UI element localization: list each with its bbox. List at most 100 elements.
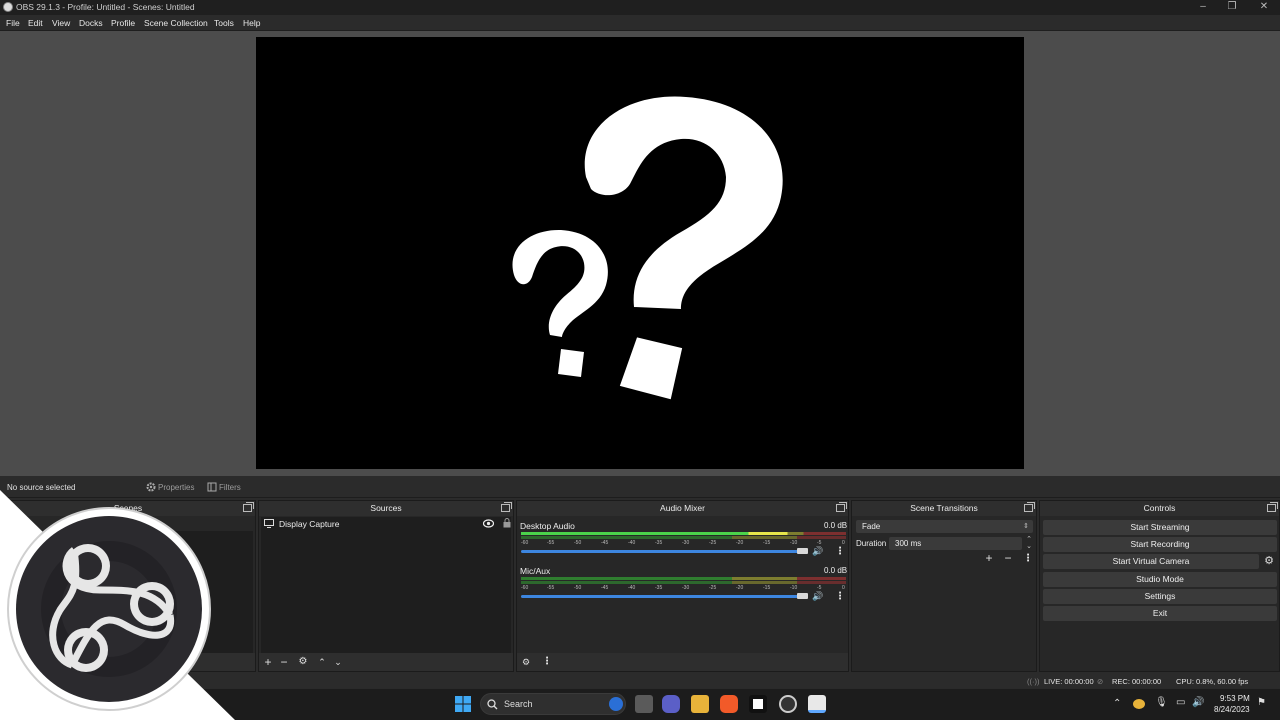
chevron-up-icon[interactable]: ⌃: [1113, 698, 1121, 709]
lock-icon[interactable]: [503, 518, 511, 528]
windows-start-icon[interactable]: [454, 695, 472, 713]
studio-mode-button[interactable]: Studio Mode: [1043, 572, 1277, 587]
rec-icon: ⊘: [1097, 677, 1104, 686]
microphone-icon[interactable]: 🎙: [1155, 697, 1168, 708]
sources-dock: Sources Display Capture + − ⚙ ⌃ ⌄: [258, 500, 514, 672]
speaker-icon[interactable]: 🔊: [812, 591, 824, 601]
controls-title: Controls: [1040, 501, 1279, 516]
tick-label: -35: [655, 585, 663, 591]
minimize-button[interactable]: –: [1187, 0, 1219, 15]
notification-icon[interactable]: ⚑: [1257, 697, 1266, 708]
onedrive-icon[interactable]: [1133, 699, 1145, 709]
maximize-button[interactable]: ❐: [1216, 0, 1248, 15]
undock-icon[interactable]: [243, 502, 254, 512]
tick-label: -30: [682, 585, 690, 591]
network-icon[interactable]: ▭: [1176, 697, 1185, 708]
exit-button[interactable]: Exit: [1043, 606, 1277, 621]
tick-label: -15: [763, 540, 771, 546]
file-explorer-icon[interactable]: [691, 695, 709, 713]
volume-slider-handle[interactable]: [797, 593, 808, 599]
sources-list[interactable]: Display Capture: [261, 517, 511, 653]
menu-scene-collection[interactable]: Scene Collection: [144, 18, 208, 28]
menu-view[interactable]: View: [52, 18, 70, 28]
add-source-button[interactable]: +: [261, 655, 275, 669]
undock-icon[interactable]: [836, 502, 847, 512]
meter-ticks: -60 -55 -50 -45 -40 -35 -30 -25 -20 -15 …: [521, 582, 846, 591]
advanced-audio-gear-icon[interactable]: ⚙: [519, 655, 533, 669]
volume-icon[interactable]: 🔊: [1192, 697, 1204, 708]
channel-db: 0.0 dB: [824, 566, 848, 575]
menu-tools[interactable]: Tools: [214, 18, 234, 28]
tick-label: -45: [601, 540, 609, 546]
list-item[interactable]: Display Capture: [261, 518, 513, 530]
menu-help[interactable]: Help: [243, 18, 260, 28]
volume-meter: [521, 577, 846, 580]
obs-taskbar-icon[interactable]: [779, 695, 797, 713]
channel-menu-icon[interactable]: ⋮: [835, 591, 845, 603]
close-button[interactable]: ✕: [1248, 0, 1280, 15]
start-recording-button[interactable]: Start Recording: [1043, 537, 1277, 552]
tick-label: -50: [574, 540, 582, 546]
duration-spinner[interactable]: ⌃ ⌄: [1024, 536, 1034, 550]
add-transition-button[interactable]: +: [982, 551, 996, 565]
volume-slider-handle[interactable]: [797, 548, 808, 554]
start-streaming-button[interactable]: Start Streaming: [1043, 520, 1277, 535]
window-title: OBS 29.1.3 - Profile: Untitled - Scenes:…: [16, 2, 195, 12]
eye-icon[interactable]: [483, 519, 494, 528]
duration-field[interactable]: 300 ms: [889, 537, 1022, 550]
tick-label: -40: [628, 540, 636, 546]
tick-label: -35: [655, 540, 663, 546]
menu-profile[interactable]: Profile: [111, 18, 135, 28]
move-up-button[interactable]: ⌃: [315, 655, 329, 669]
tick-label: -25: [709, 585, 717, 591]
live-timer: LIVE: 00:00:00: [1044, 677, 1094, 686]
settings-button[interactable]: Settings: [1043, 589, 1277, 604]
taskbar-search[interactable]: Search: [480, 693, 626, 715]
channel-db: 0.0 dB: [824, 521, 848, 530]
volume-slider[interactable]: [521, 550, 806, 553]
virtual-camera-gear-icon[interactable]: ⚙: [1262, 555, 1276, 569]
tick-label: -55: [547, 540, 555, 546]
menu-docks[interactable]: Docks: [79, 18, 103, 28]
volume-meter: [521, 532, 846, 535]
obs-app-icon: [3, 2, 13, 12]
undock-icon[interactable]: [1267, 502, 1278, 512]
remove-source-button[interactable]: −: [277, 655, 291, 669]
start-virtual-camera-button[interactable]: Start Virtual Camera: [1043, 554, 1259, 569]
teams-icon[interactable]: [662, 695, 680, 713]
remove-transition-button[interactable]: −: [1001, 551, 1015, 565]
tick-label: -20: [736, 585, 744, 591]
transition-value: Fade: [862, 522, 881, 531]
transition-menu-icon[interactable]: ⋮: [1023, 553, 1033, 565]
clock-time[interactable]: 9:53 PM: [1220, 694, 1250, 703]
menu-bar: File Edit View Docks Profile Scene Colle…: [0, 15, 1280, 31]
undock-icon[interactable]: [501, 502, 512, 512]
clock-date[interactable]: 8/24/2023: [1214, 705, 1250, 714]
bing-icon: [609, 697, 623, 711]
tick-label: -15: [763, 585, 771, 591]
brave-browser-icon[interactable]: [720, 695, 738, 713]
active-app-icon[interactable]: [808, 695, 826, 713]
task-view-icon[interactable]: [635, 695, 653, 713]
tick-label: -60: [521, 540, 529, 546]
move-down-button[interactable]: ⌄: [331, 655, 345, 669]
menu-file[interactable]: File: [6, 18, 20, 28]
speaker-icon[interactable]: 🔊: [812, 546, 824, 556]
monitor-icon: [264, 519, 274, 528]
undock-icon[interactable]: [1024, 502, 1035, 512]
channel-menu-icon[interactable]: ⋮: [835, 546, 845, 558]
sources-dock-title: Sources: [259, 501, 513, 516]
search-label: Search: [504, 699, 533, 709]
cpu-fps: CPU: 0.8%, 60.00 fps: [1176, 677, 1249, 686]
capcut-icon[interactable]: [749, 695, 767, 713]
duration-label: Duration: [856, 539, 887, 548]
tick-label: -30: [682, 540, 690, 546]
preview-canvas[interactable]: [256, 37, 1024, 469]
audio-mixer-title: Audio Mixer: [517, 501, 848, 516]
volume-slider[interactable]: [521, 595, 806, 598]
channel-name: Desktop Audio: [520, 521, 575, 531]
menu-edit[interactable]: Edit: [28, 18, 43, 28]
source-settings-button[interactable]: ⚙: [296, 655, 310, 669]
transition-select[interactable]: Fade ⇕: [856, 520, 1033, 533]
mixer-menu-icon[interactable]: ⋮: [542, 656, 552, 668]
